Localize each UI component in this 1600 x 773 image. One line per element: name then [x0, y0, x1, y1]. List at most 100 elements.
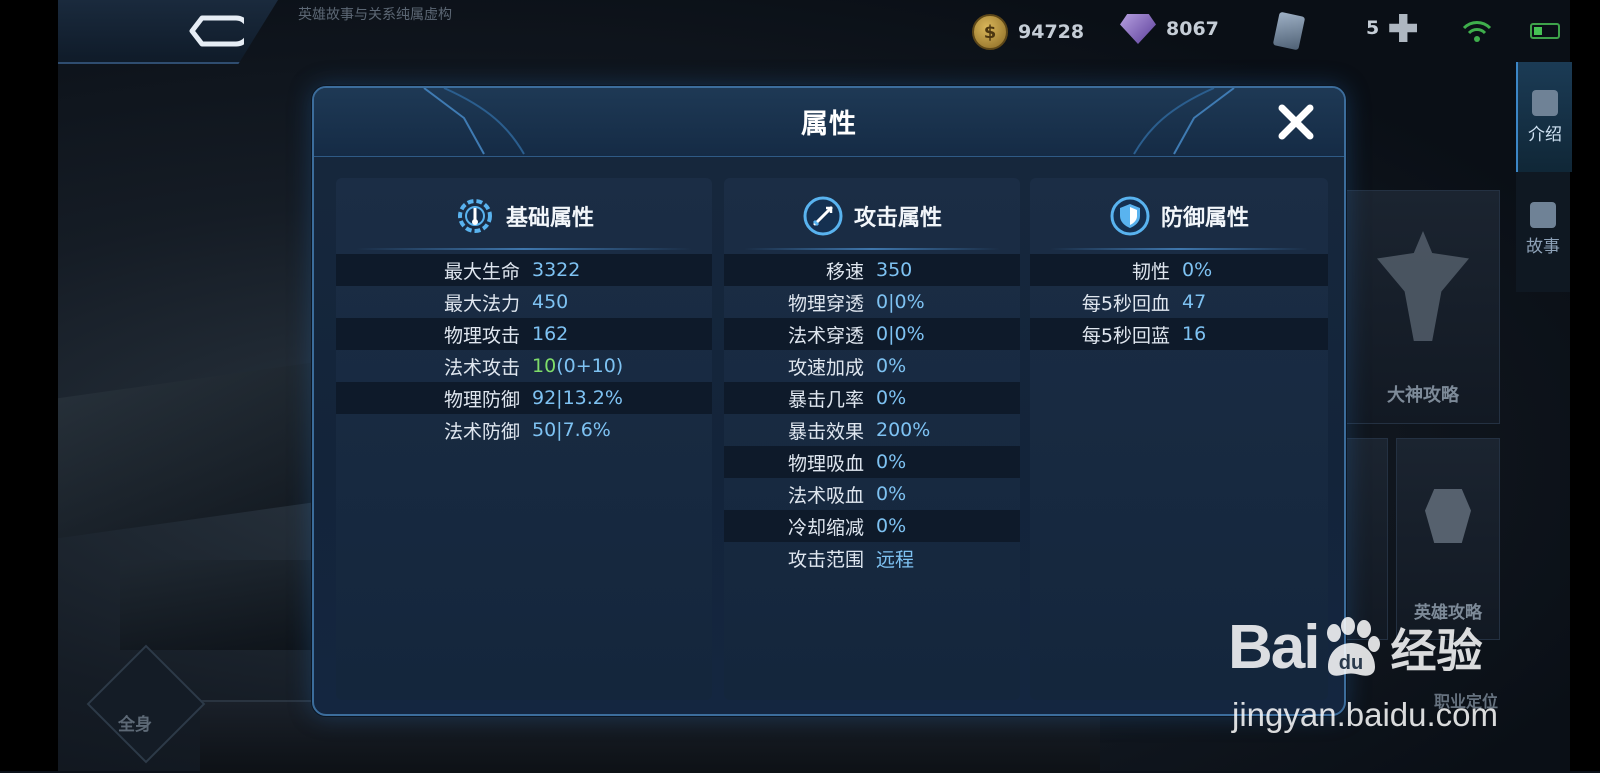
- attribute-label: 法术穿透: [787, 324, 864, 347]
- column-title: 防御属性: [1160, 206, 1249, 231]
- attribute-value: 0%: [876, 483, 907, 505]
- attribute-label: 暴击几率: [787, 388, 864, 411]
- column-header: 基础属性: [336, 192, 712, 240]
- back-arrow-icon: [189, 15, 244, 47]
- letterbox-right: [1570, 0, 1600, 771]
- gold-counter[interactable]: $ 94728: [972, 14, 1084, 50]
- sword-emblem-icon: [1377, 231, 1469, 341]
- expert-guide-card[interactable]: 大神攻略: [1346, 190, 1500, 424]
- sword-icon: [803, 196, 843, 236]
- attribute-row: 攻速加成 0%: [724, 350, 1020, 382]
- diamond-amount: 8067: [1166, 18, 1219, 40]
- attribute-row: 移速 350: [724, 254, 1020, 286]
- attribute-value: 0%: [876, 451, 907, 473]
- tab-intro[interactable]: 介绍: [1516, 62, 1572, 172]
- attribute-list: 最大生命 3322 最大法力 450 物理攻击 162 法术攻击 10(0+10…: [336, 254, 712, 446]
- watermark-url: jingyan.baidu.com: [1232, 696, 1498, 733]
- battery-icon: [1530, 23, 1560, 39]
- expert-guide-label: 大神攻略: [1387, 385, 1459, 406]
- book-icon: [1530, 201, 1556, 228]
- attribute-label: 法术攻击: [443, 356, 520, 379]
- attribute-list: 韧性 0% 每5秒回血 47 每5秒回蓝 16: [1030, 254, 1328, 350]
- attribute-value: 450: [532, 291, 569, 313]
- attribute-label: 每5秒回蓝: [1081, 324, 1170, 347]
- add-icon[interactable]: [1389, 14, 1418, 42]
- attribute-value: 远程: [876, 548, 915, 571]
- attack-attributes-column: 攻击属性 移速 350 物理穿透 0|0% 法术穿透 0|0% 攻速加成 0% 暴击几率…: [724, 178, 1020, 700]
- attribute-value-bonus: (0+10): [556, 355, 624, 377]
- attribute-row: 法术攻击 10(0+10): [336, 350, 712, 382]
- attribute-value: 0|0%: [876, 323, 925, 345]
- paw-text: du: [1339, 652, 1363, 674]
- attribute-row: 每5秒回蓝 16: [1030, 318, 1328, 350]
- letterbox-left: [0, 0, 58, 771]
- attribute-label: 法术吸血: [787, 484, 864, 507]
- tab-story[interactable]: 故事: [1516, 174, 1570, 284]
- hero-guide-card[interactable]: 英雄攻略: [1396, 438, 1500, 640]
- diamond-counter[interactable]: 8067: [1120, 14, 1219, 44]
- attribute-value: 10(0+10): [532, 355, 623, 377]
- dialog-title: 属性: [801, 109, 857, 140]
- attribute-label: 冷却缩减: [787, 516, 864, 539]
- card-count: 5: [1366, 17, 1380, 39]
- basic-attributes-column: 基础属性 最大生命 3322 最大法力 450 物理攻击 162 法术攻击 10…: [336, 178, 712, 700]
- attribute-row: 法术穿透 0|0%: [724, 318, 1020, 350]
- column-title: 攻击属性: [853, 206, 942, 231]
- watermark-brand-text: Bai: [1228, 613, 1320, 682]
- attribute-label: 物理吸血: [787, 452, 864, 475]
- attribute-value: 0%: [876, 387, 907, 409]
- attribute-row: 法术防御 50|7.6%: [336, 414, 712, 446]
- attribute-label: 最大生命: [443, 260, 520, 283]
- attribute-value: 200%: [876, 419, 931, 441]
- guide-card-partial[interactable]: [1346, 438, 1388, 640]
- attribute-value: 0%: [1182, 259, 1213, 281]
- attribute-row: 暴击效果 200%: [724, 414, 1020, 446]
- attribute-row: 法术吸血 0%: [724, 478, 1020, 510]
- attribute-label: 物理攻击: [443, 324, 520, 347]
- helmet-icon: [1532, 89, 1558, 116]
- attribute-value-base: 10: [532, 355, 557, 377]
- attribute-row: 韧性 0%: [1030, 254, 1328, 286]
- attribute-label: 法术防御: [443, 420, 520, 443]
- baidu-watermark-logo: Bai du 经验: [1228, 612, 1482, 683]
- paw-icon: du: [1320, 616, 1382, 679]
- full-body-label: 全身: [118, 715, 152, 735]
- attribute-value: 16: [1182, 323, 1207, 345]
- card-count-counter[interactable]: 5: [1366, 14, 1418, 42]
- attribute-row: 最大生命 3322: [336, 254, 712, 286]
- attribute-label: 物理防御: [443, 388, 520, 411]
- diamond-icon: [1120, 14, 1156, 44]
- dialog-header: 属性: [314, 88, 1344, 157]
- gold-amount: 94728: [1018, 21, 1085, 43]
- attribute-value: 3322: [532, 259, 581, 281]
- hero-fiction-note: 英雄故事与关系纯属虚构: [298, 7, 452, 23]
- attribute-label: 最大法力: [443, 292, 520, 315]
- attribute-value: 0|0%: [876, 291, 925, 313]
- attribute-row: 每5秒回血 47: [1030, 286, 1328, 318]
- attribute-value: 350: [876, 259, 913, 281]
- attribute-value: 162: [532, 323, 569, 345]
- attribute-list: 移速 350 物理穿透 0|0% 法术穿透 0|0% 攻速加成 0% 暴击几率 0% 暴击…: [724, 254, 1020, 574]
- attribute-row: 物理穿透 0|0%: [724, 286, 1020, 318]
- column-title: 基础属性: [505, 206, 594, 231]
- watermark-jingyan-text: 经验: [1390, 624, 1483, 677]
- attribute-value: 0%: [876, 355, 907, 377]
- shield-icon: [1110, 196, 1150, 236]
- attribute-label: 物理穿透: [787, 292, 864, 315]
- attribute-label: 攻速加成: [787, 356, 864, 379]
- divider: [744, 248, 1000, 250]
- column-header: 防御属性: [1030, 192, 1328, 240]
- close-button[interactable]: [1274, 100, 1318, 144]
- divider: [1050, 248, 1308, 250]
- attribute-row: 物理防御 92|13.2%: [336, 382, 712, 414]
- attribute-label: 每5秒回血: [1081, 292, 1170, 315]
- gear-icon: [457, 199, 492, 233]
- attribute-row: 物理吸血 0%: [724, 446, 1020, 478]
- paw-shape: du: [1327, 616, 1381, 676]
- gold-coin-icon: $: [972, 14, 1008, 50]
- card-counter[interactable]: [1272, 11, 1306, 51]
- attribute-value: 47: [1182, 291, 1207, 313]
- attribute-row: 最大法力 450: [336, 286, 712, 318]
- divider: [356, 248, 692, 250]
- attribute-value: 0%: [876, 515, 907, 537]
